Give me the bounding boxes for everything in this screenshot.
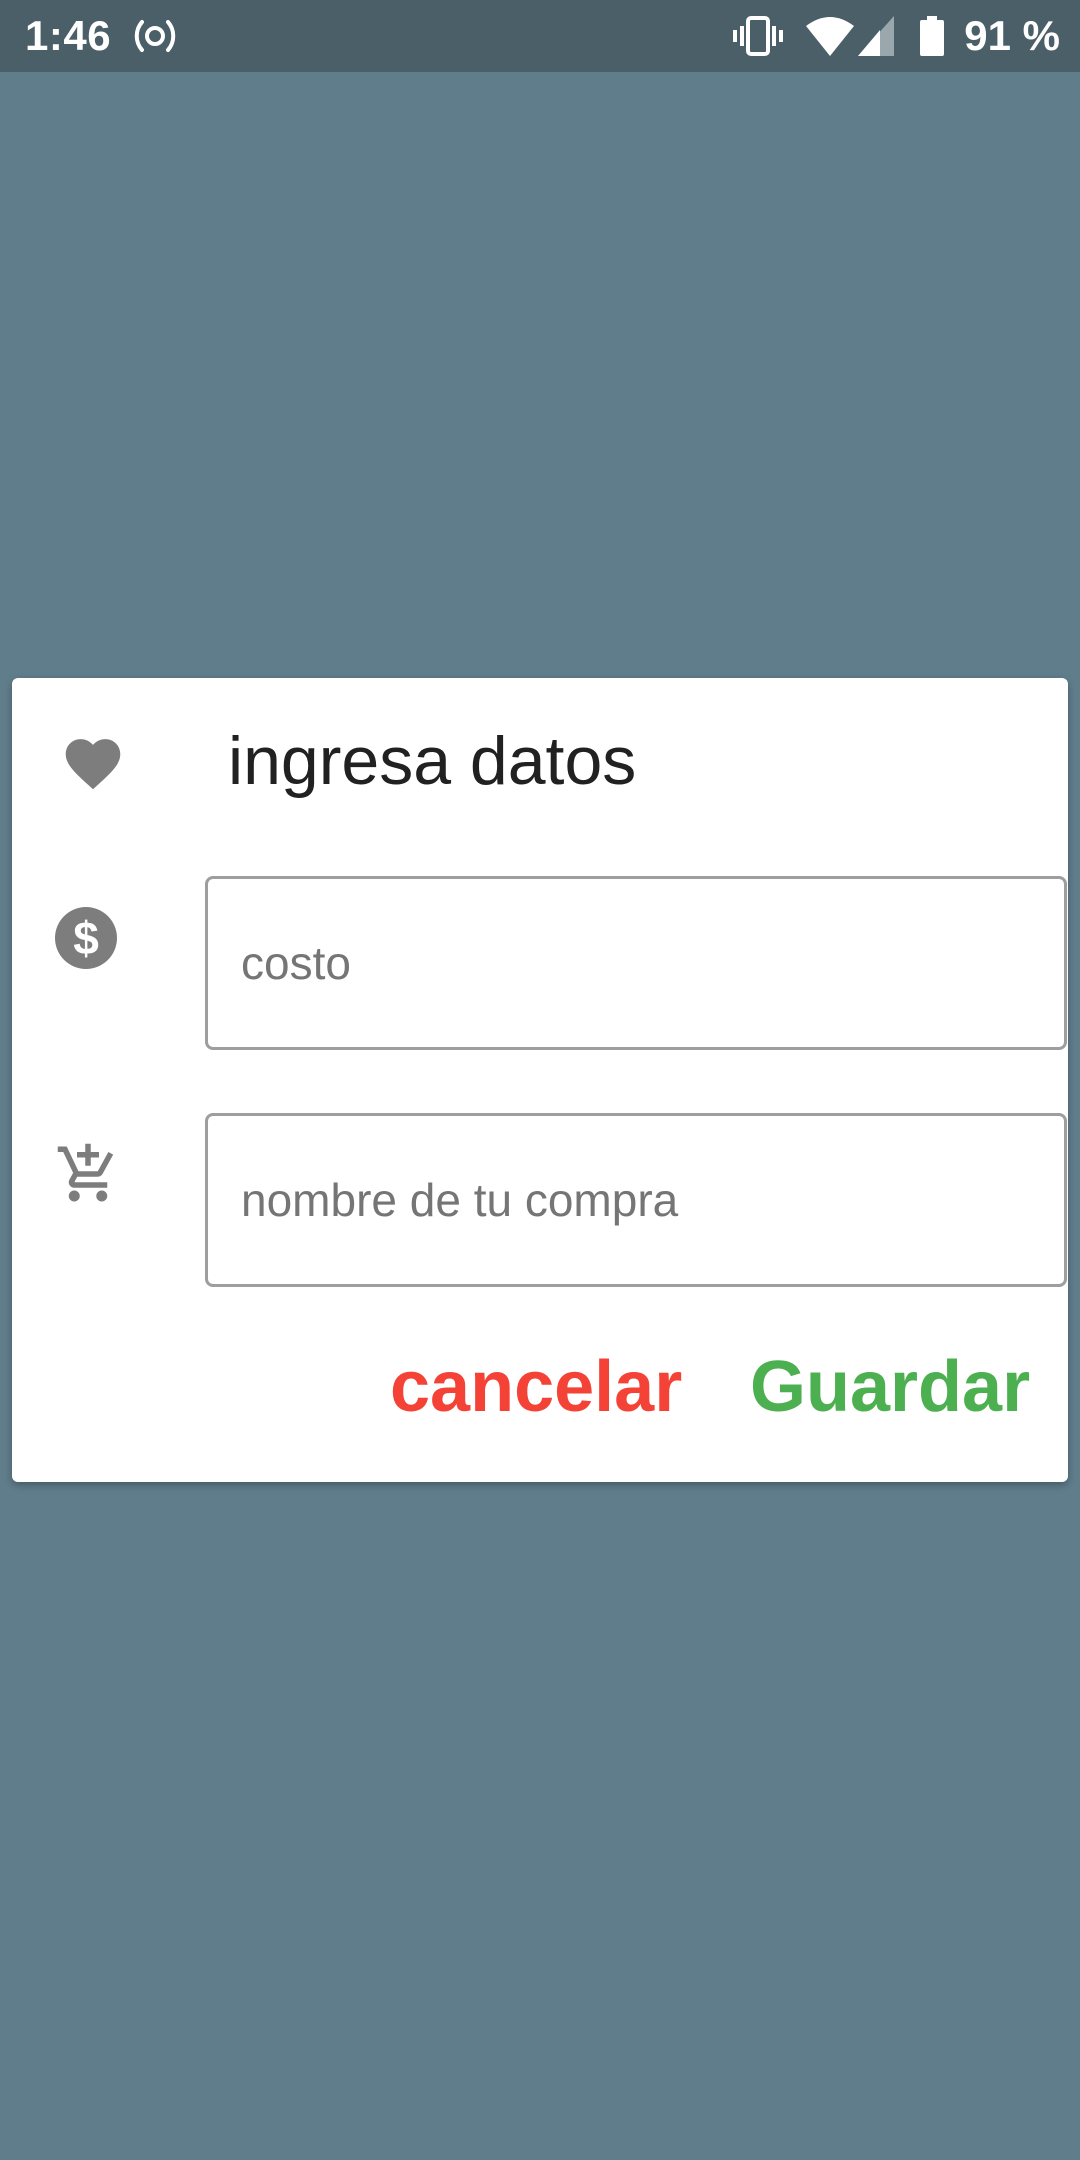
status-bar: 1:46 91 % (0, 0, 1080, 72)
add-shopping-cart-icon (48, 1134, 128, 1214)
cost-field[interactable] (205, 876, 1067, 1050)
svg-text:$: $ (73, 912, 99, 964)
status-time: 1:46 (25, 12, 112, 59)
purchase-name-field[interactable] (205, 1113, 1067, 1287)
hotspot-icon (133, 16, 177, 56)
cancel-button[interactable]: cancelar (390, 1342, 682, 1432)
wifi-icon (806, 16, 855, 56)
save-button[interactable]: Guardar (750, 1342, 1030, 1432)
battery-percent: 91 % (964, 12, 1060, 59)
cost-input[interactable] (208, 879, 1064, 1047)
dialog-title: ingresa datos (228, 723, 637, 799)
dollar-icon: $ (50, 902, 122, 974)
heart-icon (60, 728, 126, 794)
battery-icon (920, 16, 945, 56)
input-dialog: ingresa datos $ cancelar Guardar (12, 678, 1068, 1482)
purchase-name-input[interactable] (208, 1116, 1064, 1284)
vibrate-icon (732, 16, 784, 56)
signal-icon (858, 16, 895, 56)
status-icons: 91 % (732, 0, 1060, 72)
